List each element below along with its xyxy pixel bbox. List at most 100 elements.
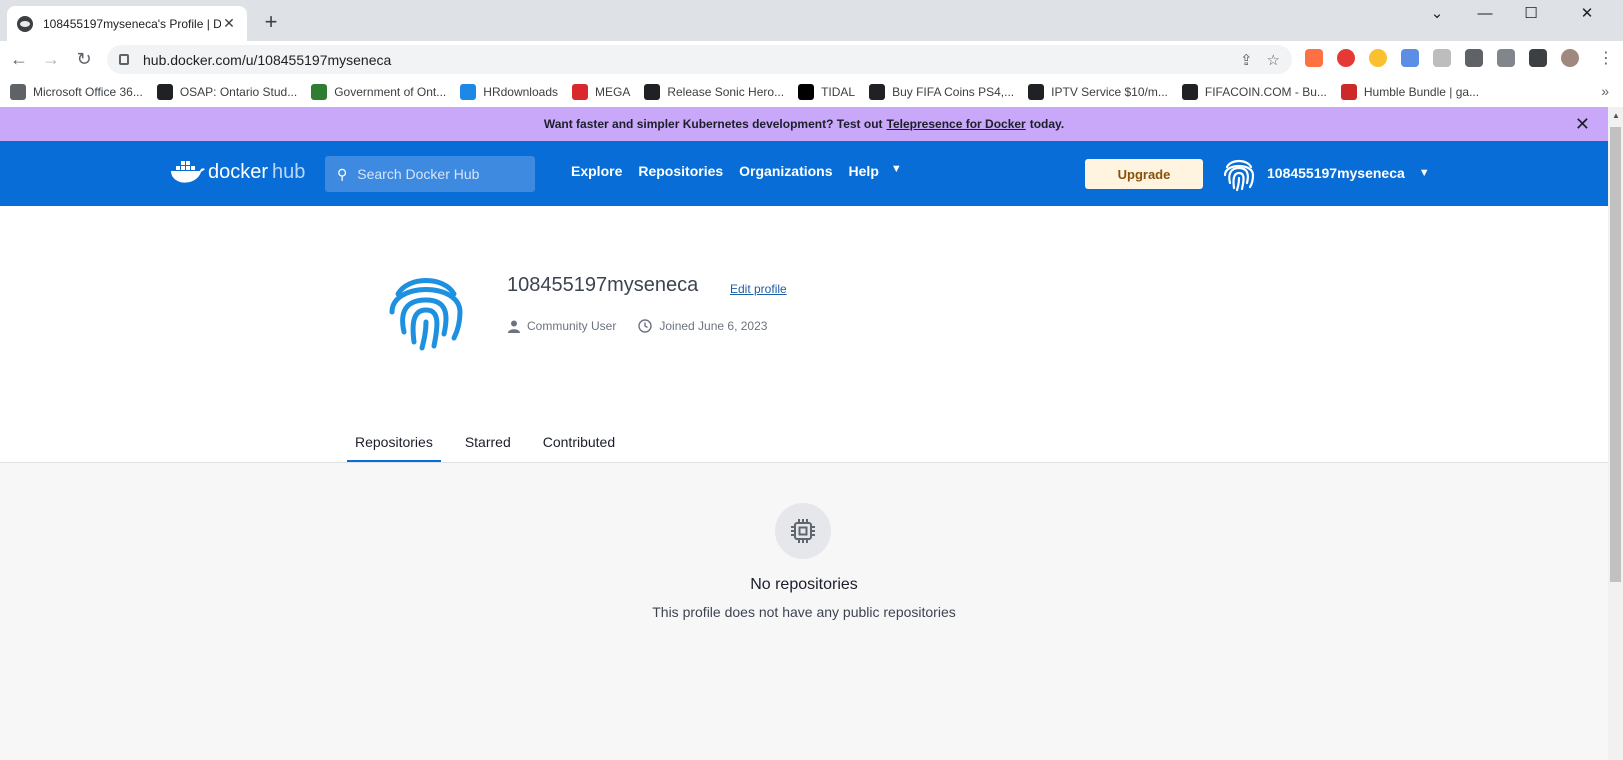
extension-megaphone-icon[interactable] (1305, 49, 1323, 67)
fingerprint-avatar-icon (1223, 159, 1255, 192)
clock-icon (638, 319, 653, 333)
bookmark-item[interactable]: OSAP: Ontario Stud... (156, 84, 298, 100)
empty-state-title: No repositories (750, 576, 858, 593)
gear-icon (1028, 84, 1045, 100)
nav-username: 108455197myseneca (1267, 165, 1405, 181)
tab-repositories[interactable]: Repositories (347, 421, 441, 463)
hrdownloads-icon (460, 84, 477, 100)
diamond-icon (869, 84, 886, 100)
edit-profile-link[interactable]: Edit profile (730, 282, 787, 296)
bookmark-star-icon[interactable]: ☆ (1267, 51, 1280, 69)
new-tab-button[interactable]: + (259, 9, 283, 35)
browser-tab-strip: 108455197myseneca's Profile | D ✕ + ⌄ — … (0, 0, 1623, 41)
tab-search-icon[interactable]: ⌄ (1415, 0, 1459, 26)
bookmark-label: Release Sonic Hero... (667, 85, 785, 99)
humble-icon (1340, 84, 1357, 100)
scroll-up-arrow-icon[interactable]: ▲ (1612, 111, 1620, 120)
extensions-puzzle-icon[interactable] (1465, 49, 1483, 67)
close-window-button[interactable]: ✕ (1565, 0, 1609, 26)
tab-title: 108455197myseneca's Profile | D (43, 16, 221, 31)
share-icon[interactable]: ⇪ (1240, 51, 1253, 69)
profile-meta: Community User Joined June 6, 2023 (508, 319, 789, 333)
docker-whale-icon (171, 161, 205, 183)
user-menu[interactable]: 108455197myseneca ▼ (1219, 153, 1430, 193)
bookmark-label: Government of Ont... (334, 85, 447, 99)
docker-hub-navbar: docker hub ⚲ Explore Repositories Organi… (0, 141, 1608, 206)
bookmark-label: FIFACOIN.COM - Bu... (1204, 85, 1327, 99)
back-button[interactable]: ← (7, 47, 31, 71)
side-panel-icon[interactable] (1529, 49, 1547, 67)
docker-favicon-icon (17, 15, 33, 32)
bookmark-label: OSAP: Ontario Stud... (179, 85, 298, 99)
empty-state-subtitle: This profile does not have any public re… (652, 604, 956, 620)
hub-search-input[interactable] (357, 166, 518, 182)
forward-button[interactable]: → (39, 47, 63, 71)
docker-hub-logo[interactable]: docker hub (170, 159, 305, 185)
bookmark-label: Buy FIFA Coins PS4,... (892, 85, 1015, 99)
extension-gray-icon[interactable] (1433, 49, 1451, 67)
more-bookmarks-icon[interactable]: » (1601, 83, 1609, 99)
bookmark-item[interactable]: Release Sonic Hero... (644, 84, 784, 100)
empty-state-icon-circle (775, 503, 831, 559)
reading-list-icon[interactable] (1497, 49, 1515, 67)
close-banner-icon[interactable]: ✕ (1575, 114, 1590, 135)
joined-text: Joined June 6, 2023 (659, 319, 768, 333)
profile-tabs: Repositories Starred Contributed (347, 421, 639, 463)
tab-close-icon[interactable]: ✕ (221, 15, 237, 32)
nav-organizations[interactable]: Organizations (739, 163, 832, 179)
reload-button[interactable]: ↻ (72, 47, 96, 71)
upgrade-button[interactable]: Upgrade (1085, 159, 1203, 189)
bookmark-item[interactable]: HRdownloads (460, 84, 558, 100)
bookmark-label: Microsoft Office 36... (33, 85, 143, 99)
mega-icon (572, 84, 588, 100)
telepresence-link[interactable]: Telepresence for Docker (887, 117, 1026, 131)
extension-adblock-icon[interactable] (1337, 49, 1355, 67)
bookmark-label: MEGA (595, 85, 631, 99)
bookmarks-bar: Microsoft Office 36... OSAP: Ontario Stud… (0, 77, 1623, 107)
maximize-button[interactable]: ☐ (1509, 0, 1553, 26)
bookmark-item[interactable]: Microsoft Office 36... (10, 84, 143, 100)
banner-text-end: today. (1029, 117, 1065, 131)
bookmark-label: TIDAL (821, 85, 856, 99)
hub-search-box[interactable]: ⚲ (325, 156, 535, 192)
user-chevron-down-icon[interactable]: ▼ (1419, 167, 1430, 179)
profile-header: 108455197myseneca Edit profile Community… (0, 206, 1608, 463)
github-icon (644, 84, 661, 100)
nav-repositories[interactable]: Repositories (638, 163, 723, 179)
chip-icon (791, 519, 815, 543)
bookmark-label: Humble Bundle | ga... (1363, 85, 1480, 99)
tab-contributed[interactable]: Contributed (535, 421, 623, 463)
user-type-text: Community User (527, 319, 617, 333)
profile-avatar-icon[interactable] (1561, 49, 1579, 67)
search-icon: ⚲ (337, 165, 348, 182)
extension-cookie-icon[interactable] (1369, 49, 1387, 67)
help-chevron-down-icon[interactable]: ▼ (891, 163, 902, 179)
tab-starred[interactable]: Starred (457, 421, 519, 463)
browser-menu-icon[interactable]: ⋮ (1598, 48, 1614, 68)
bookmark-item[interactable]: Government of Ont... (311, 84, 446, 100)
person-icon (508, 320, 520, 333)
joined-date: Joined June 6, 2023 (638, 319, 767, 333)
logo-hub-text: hub (272, 160, 306, 183)
nav-help[interactable]: Help (849, 163, 879, 179)
fifacoin-icon (1181, 84, 1198, 100)
page-scrollbar[interactable]: ▲ (1608, 107, 1623, 760)
ontario-icon (311, 84, 328, 100)
bookmark-item[interactable]: Buy FIFA Coins PS4,... (869, 84, 1014, 100)
browser-tab[interactable]: 108455197myseneca's Profile | D ✕ (7, 6, 247, 41)
logo-docker-text: docker (208, 160, 269, 183)
extension-screen-icon[interactable] (1401, 49, 1419, 67)
bookmark-label: HRdownloads (483, 85, 558, 99)
globe-icon (10, 84, 26, 100)
bookmark-item[interactable]: FIFACOIN.COM - Bu... (1181, 84, 1327, 100)
bookmark-item[interactable]: MEGA (572, 84, 630, 100)
bookmark-item[interactable]: Humble Bundle | ga... (1340, 84, 1480, 100)
bookmark-item[interactable]: IPTV Service $10/m... (1028, 84, 1168, 100)
scrollbar-thumb[interactable] (1610, 127, 1621, 582)
address-bar[interactable]: hub.docker.com/u/108455197myseneca ⇪ ☆ (107, 45, 1292, 74)
profile-fingerprint-avatar-icon (389, 278, 463, 351)
bookmark-item[interactable]: TIDAL (798, 84, 855, 100)
osap-icon (156, 84, 173, 100)
nav-explore[interactable]: Explore (571, 163, 622, 179)
minimize-button[interactable]: — (1463, 0, 1507, 26)
